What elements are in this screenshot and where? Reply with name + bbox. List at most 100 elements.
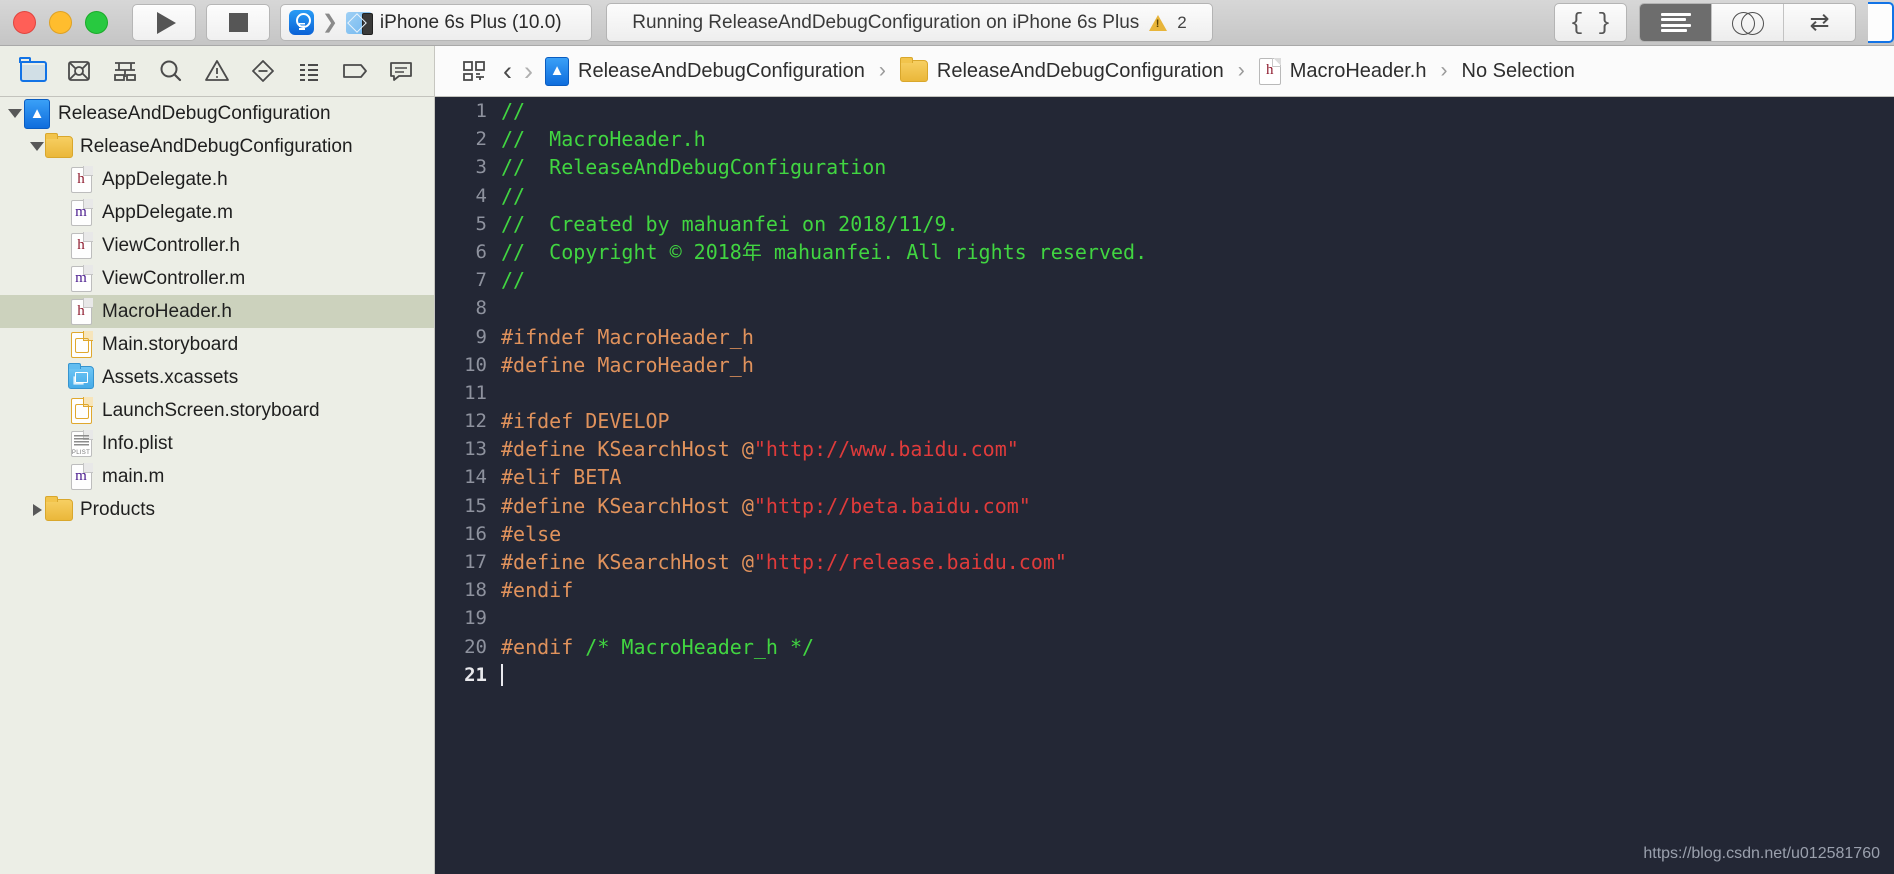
code-text[interactable]: // Created by mahuanfei on 2018/11/9. <box>501 210 959 238</box>
code-line[interactable]: 3 // ReleaseAndDebugConfiguration <box>435 153 1894 181</box>
code-text[interactable]: // ReleaseAndDebugConfiguration <box>501 153 886 181</box>
assistant-editor-button[interactable] <box>1712 4 1784 41</box>
code-text[interactable]: #ifndef MacroHeader_h <box>501 323 754 351</box>
disclosure-triangle[interactable] <box>28 503 46 516</box>
sidebar-item[interactable]: LaunchScreen.storyboard <box>0 394 434 427</box>
code-text[interactable]: #define KSearchHost @"http://beta.baidu.… <box>501 492 1031 520</box>
code-body[interactable]: 1 // 2 // MacroHeader.h 3 // ReleaseAndDebugC… <box>435 97 1894 689</box>
close-button[interactable] <box>13 11 36 34</box>
editor-footer: https://blog.csdn.net/u012581760 <box>435 834 1894 874</box>
breadcrumb-item-selection[interactable]: No Selection <box>1462 60 1575 83</box>
code-text[interactable]: // MacroHeader.h <box>501 125 706 153</box>
xcassets-icon <box>68 363 94 389</box>
debug-navigator-icon[interactable] <box>292 54 326 88</box>
code-text[interactable]: #define MacroHeader_h <box>501 351 754 379</box>
breadcrumb-item-project[interactable]: ReleaseAndDebugConfiguration <box>578 60 865 83</box>
code-line[interactable]: 10 #define MacroHeader_h <box>435 351 1894 379</box>
code-line[interactable]: 6 // Copyright © 2018年 mahuanfei. All rig… <box>435 238 1894 266</box>
code-line[interactable]: 21 <box>435 661 1894 689</box>
sidebar-item[interactable]: Products <box>0 493 434 526</box>
sidebar-item[interactable]: Main.storyboard <box>0 328 434 361</box>
sidebar-item[interactable]: ReleaseAndDebugConfiguration <box>0 130 434 163</box>
project-navigator-icon[interactable] <box>16 54 50 88</box>
editor-segment: ⇄ <box>1639 3 1856 42</box>
breakpoint-navigator-icon[interactable] <box>338 54 372 88</box>
code-text[interactable]: // <box>501 182 525 210</box>
disclosure-triangle[interactable] <box>28 142 46 151</box>
code-text[interactable]: #endif <box>501 576 573 604</box>
code-line[interactable]: 4 // <box>435 182 1894 210</box>
warning-icon[interactable] <box>1149 14 1168 31</box>
code-line[interactable]: 11 <box>435 379 1894 407</box>
code-line[interactable]: 12 #ifdef DEVELOP <box>435 407 1894 435</box>
disclosure-triangle[interactable] <box>6 109 24 118</box>
source-control-navigator-icon[interactable] <box>62 54 96 88</box>
report-navigator-icon[interactable] <box>384 54 418 88</box>
stop-button[interactable] <box>206 4 270 41</box>
token-pre: #endif <box>501 578 574 603</box>
sidebar-item[interactable]: ▲ ReleaseAndDebugConfiguration <box>0 97 434 130</box>
test-navigator-icon[interactable] <box>246 54 280 88</box>
breadcrumb-item-file[interactable]: MacroHeader.h <box>1290 60 1427 83</box>
breadcrumb-item-group[interactable]: ReleaseAndDebugConfiguration <box>937 60 1224 83</box>
code-text[interactable]: // <box>501 97 525 125</box>
minimize-button[interactable] <box>49 11 72 34</box>
code-text[interactable]: #elif BETA <box>501 463 621 491</box>
version-editor-button[interactable]: ⇄ <box>1784 4 1855 41</box>
token-comment: // <box>501 268 526 293</box>
line-number: 16 <box>464 522 487 545</box>
code-line[interactable]: 14 #elif BETA <box>435 463 1894 491</box>
swap-arrows-icon: ⇄ <box>1809 8 1830 36</box>
back-button[interactable]: ‹ <box>503 57 512 85</box>
related-items-icon[interactable] <box>457 54 491 88</box>
code-snippets-button[interactable]: { } <box>1555 4 1626 41</box>
view-toggle-partial[interactable] <box>1868 2 1894 43</box>
code-text[interactable]: #ifdef DEVELOP <box>501 407 670 435</box>
find-navigator-icon[interactable] <box>154 54 188 88</box>
code-line[interactable]: 15 #define KSearchHost @"http://beta.baid… <box>435 492 1894 520</box>
code-line[interactable]: 9 #ifndef MacroHeader_h <box>435 323 1894 351</box>
sidebar-item[interactable]: m ViewController.m <box>0 262 434 295</box>
code-line[interactable]: 17 #define KSearchHost @"http://release.b… <box>435 548 1894 576</box>
sidebar-item[interactable]: Assets.xcassets <box>0 361 434 394</box>
sidebar-item[interactable]: h ViewController.h <box>0 229 434 262</box>
code-line[interactable]: 13 #define KSearchHost @"http://www.baidu… <box>435 435 1894 463</box>
code-text[interactable]: #else <box>501 520 561 548</box>
m-file-icon: m <box>70 264 93 292</box>
sidebar-item[interactable]: h AppDelegate.h <box>0 163 434 196</box>
code-line[interactable]: 1 // <box>435 97 1894 125</box>
source-editor[interactable]: 1 // 2 // MacroHeader.h 3 // ReleaseAndDebugC… <box>435 97 1894 874</box>
sidebar-item-label: main.m <box>102 465 165 487</box>
standard-editor-button[interactable] <box>1640 4 1712 41</box>
project-navigator[interactable]: ▲ ReleaseAndDebugConfiguration ReleaseAndD… <box>0 97 435 874</box>
code-line[interactable]: 5 // Created by mahuanfei on 2018/11/9. <box>435 210 1894 238</box>
code-text[interactable]: #endif /* MacroHeader_h */ <box>501 633 814 661</box>
code-text[interactable]: // <box>501 266 525 294</box>
line-number: 3 <box>475 156 487 179</box>
zoom-button[interactable] <box>85 11 108 34</box>
code-line[interactable]: 7 // <box>435 266 1894 294</box>
sidebar-item[interactable]: PLIST Info.plist <box>0 427 434 460</box>
code-text[interactable] <box>501 661 503 689</box>
status-message: Running ReleaseAndDebugConfiguration on … <box>632 11 1140 33</box>
code-line[interactable]: 8 <box>435 294 1894 322</box>
token-comment: // <box>501 99 526 123</box>
symbol-navigator-icon[interactable] <box>108 54 142 88</box>
code-line[interactable]: 2 // MacroHeader.h <box>435 125 1894 153</box>
code-text[interactable]: // Copyright © 2018年 mahuanfei. All righ… <box>501 238 1147 266</box>
code-line[interactable]: 19 <box>435 604 1894 632</box>
code-text[interactable]: #define KSearchHost @"http://release.bai… <box>501 548 1067 576</box>
run-button[interactable] <box>132 4 196 41</box>
scheme-selector[interactable]: ❯ iPhone 6s Plus (10.0) <box>280 4 592 41</box>
sidebar-item[interactable]: h MacroHeader.h <box>0 295 434 328</box>
app-project-icon: ▲ <box>545 56 569 86</box>
code-line[interactable]: 20 #endif /* MacroHeader_h */ <box>435 633 1894 661</box>
forward-button[interactable]: › <box>524 57 533 85</box>
sidebar-item[interactable]: m main.m <box>0 460 434 493</box>
code-line[interactable]: 18 #endif <box>435 576 1894 604</box>
code-line[interactable]: 16 #else <box>435 520 1894 548</box>
code-text[interactable]: #define KSearchHost @"http://www.baidu.c… <box>501 435 1019 463</box>
sidebar-item-icon: ▲ <box>24 98 50 129</box>
sidebar-item[interactable]: m AppDelegate.m <box>0 196 434 229</box>
issue-navigator-icon[interactable] <box>200 54 234 88</box>
